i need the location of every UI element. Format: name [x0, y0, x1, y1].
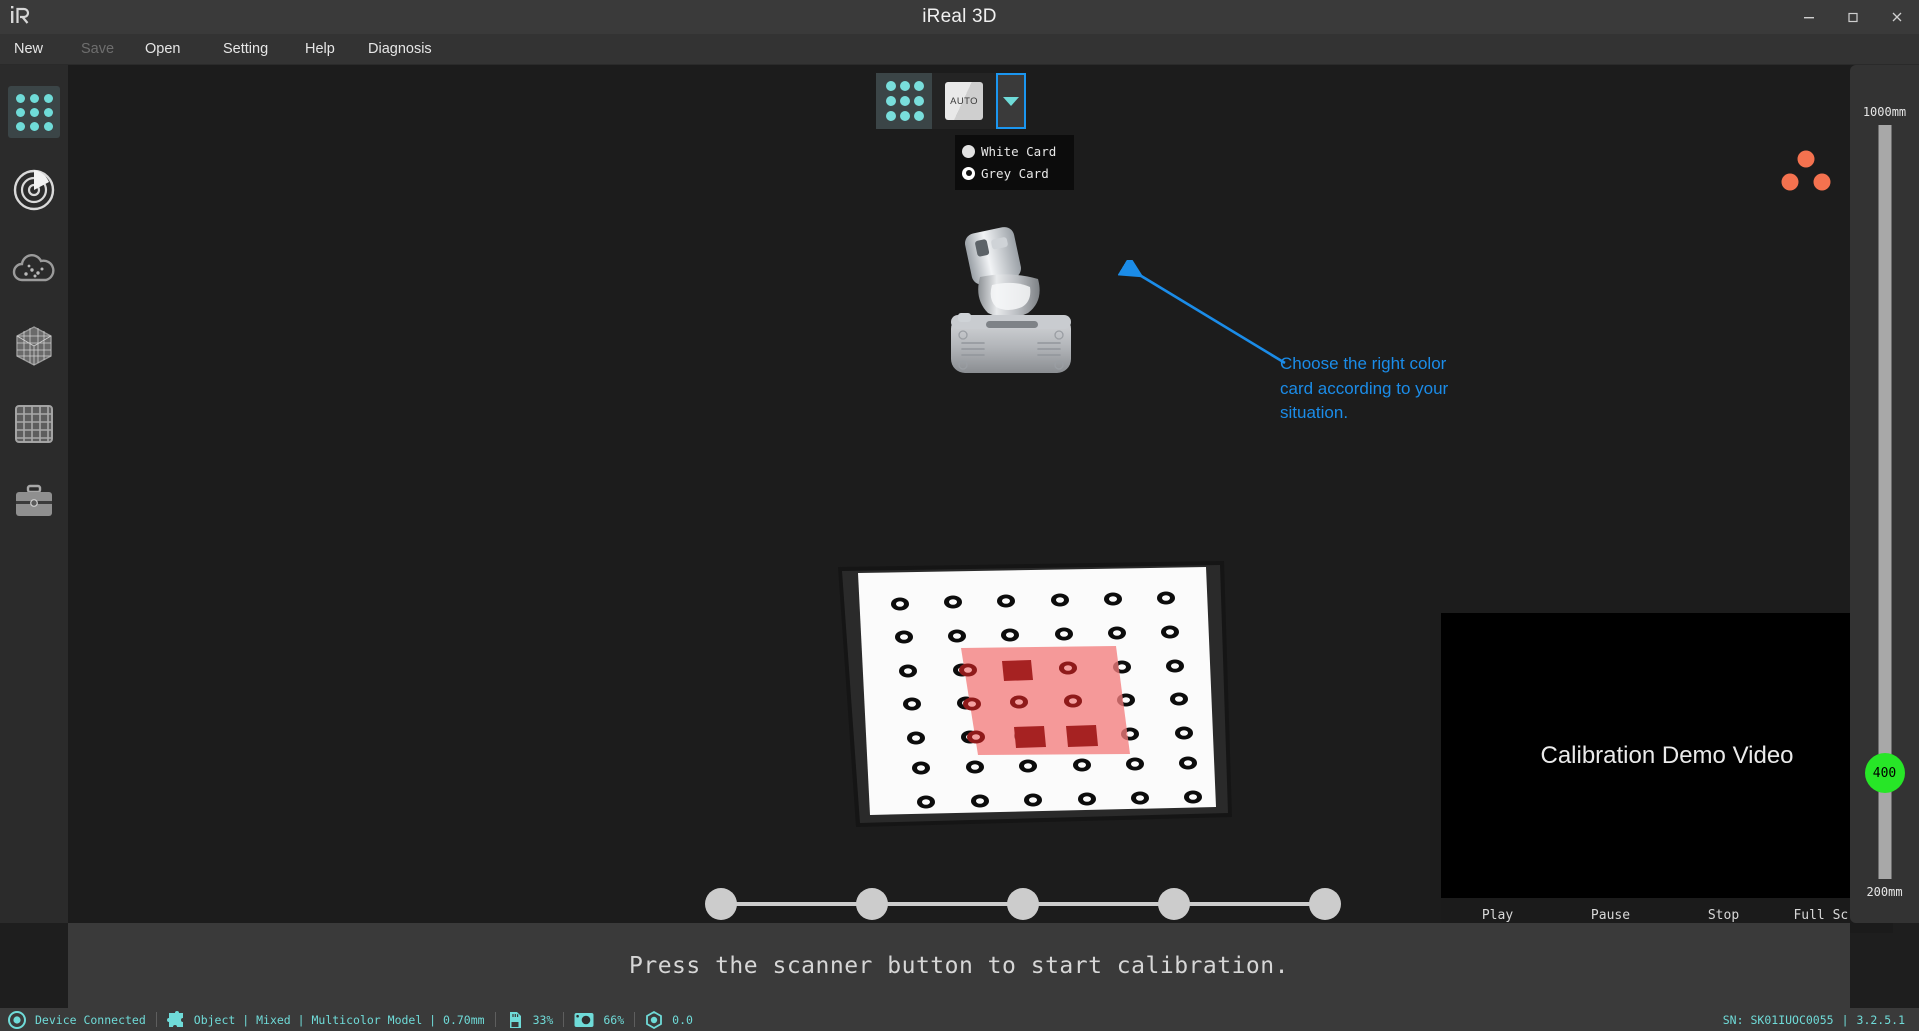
close-icon — [1892, 12, 1902, 22]
app-root: iReal 3D New Save Open Setting Help Diag… — [0, 0, 1919, 1031]
mesh-cube-icon — [16, 326, 52, 366]
step-dot[interactable] — [1309, 888, 1341, 920]
auto-card-button[interactable]: AUTO — [932, 73, 996, 129]
main-viewport: AUTO White Card Grey Card Choose the rig… — [68, 65, 1893, 933]
maximize-button[interactable] — [1831, 0, 1875, 34]
color-card-dropdown: White Card Grey Card — [955, 135, 1074, 190]
annotation-text: Choose the right color card according to… — [1280, 354, 1449, 422]
dropdown-option-label: White Card — [981, 143, 1057, 159]
calibration-video-panel: Calibration Demo Video Play Pause Stop F… — [1441, 613, 1893, 933]
step-dot[interactable] — [1158, 888, 1190, 920]
dot-grid-icon — [15, 93, 53, 131]
menu-item-save: Save — [81, 41, 115, 57]
dropdown-option-label: Grey Card — [981, 165, 1049, 181]
step-dot[interactable] — [705, 888, 737, 920]
serial-value: SK01IUOC0055 — [1750, 1012, 1834, 1027]
instruction-text: Press the scanner button to start calibr… — [629, 952, 1289, 979]
instruction-bar: Press the scanner button to start calibr… — [68, 923, 1850, 1008]
dropdown-option-grey-card[interactable]: Grey Card — [955, 162, 1074, 184]
mode-puzzle-icon — [166, 1010, 183, 1027]
close-button[interactable] — [1875, 0, 1919, 34]
sd-card-icon — [509, 1011, 521, 1028]
auto-card-label: AUTO — [945, 82, 983, 120]
window-controls — [1787, 0, 1919, 34]
serial-separator: | — [1841, 1012, 1849, 1027]
status-divider — [494, 1012, 496, 1027]
menu-item-setting[interactable]: Setting — [223, 41, 268, 57]
camera-value: 66% — [603, 1012, 625, 1027]
hex-gauge-icon — [646, 1010, 663, 1029]
toolbox-icon — [16, 484, 52, 516]
depth-slider-handle[interactable]: 400 — [1864, 753, 1905, 793]
point-cloud-icon — [12, 254, 55, 282]
device-status-text: Device Connected — [35, 1012, 146, 1027]
viewport-toolbar: AUTO — [876, 73, 1026, 129]
title-bar: iReal 3D — [0, 0, 1919, 34]
annotation-arrow — [1118, 260, 1286, 365]
menu-item-open[interactable]: Open — [145, 41, 180, 57]
menu-bar: New Save Open Setting Help Diagnosis — [0, 34, 1919, 65]
status-mode-group: Object | Mixed | Multicolor Model | 0.70… — [166, 1008, 485, 1031]
status-camera-group: 66% — [574, 1008, 624, 1031]
status-storage-group: 33% — [506, 1008, 554, 1031]
video-title: Calibration Demo Video — [1540, 741, 1794, 769]
minimize-icon — [1804, 17, 1814, 19]
menu-item-diagnosis[interactable]: Diagnosis — [368, 41, 432, 57]
color-card-dropdown-toggle[interactable] — [996, 73, 1026, 129]
sidebar-item-mesh[interactable] — [0, 315, 68, 377]
radio-selected-icon — [962, 166, 975, 180]
storage-value: 33% — [532, 1012, 554, 1027]
video-stop-button[interactable]: Stop — [1667, 908, 1780, 923]
sidebar-item-point-cloud[interactable] — [0, 237, 68, 299]
video-stage[interactable]: Calibration Demo Video — [1441, 613, 1893, 898]
grid-icon — [15, 405, 53, 443]
status-divider — [563, 1012, 565, 1027]
video-pause-button[interactable]: Pause — [1554, 908, 1667, 923]
radio-icon — [962, 144, 975, 158]
minimize-button[interactable] — [1787, 0, 1831, 34]
step-dot[interactable] — [856, 888, 888, 920]
status-serial-group: SN: SK01IUOC0055 | 3.2.5.1 — [1723, 1013, 1905, 1027]
board-highlight-region — [961, 646, 1130, 755]
tracking-markers — [1781, 150, 1831, 191]
serial-label: SN: — [1722, 1012, 1744, 1027]
gauge-value: 0.0 — [672, 1012, 693, 1027]
sidebar-item-toolbox[interactable] — [0, 471, 68, 533]
calibration-board — [838, 561, 1232, 827]
window-title: iReal 3D — [922, 6, 997, 27]
camera-icon — [574, 1012, 594, 1027]
sidebar-item-scan[interactable] — [0, 159, 68, 221]
radar-scan-icon — [13, 169, 55, 211]
depth-max-label: 1000mm — [1862, 105, 1907, 119]
device-dot-icon — [8, 1010, 26, 1029]
depth-range-slider[interactable]: 1000mm 400 200mm — [1850, 65, 1919, 923]
version-text: 3.2.5.1 — [1856, 1012, 1905, 1027]
dot-grid-icon — [885, 81, 924, 121]
menu-item-new[interactable]: New — [14, 41, 43, 57]
ireal-logo-icon — [11, 6, 30, 24]
dropdown-option-white-card[interactable]: White Card — [955, 140, 1074, 162]
mode-text: Object | Mixed | Multicolor Model | 0.70… — [193, 1012, 485, 1027]
calibration-pattern-button[interactable] — [876, 73, 932, 129]
menu-item-help[interactable]: Help — [305, 41, 335, 57]
left-sidebar — [0, 65, 68, 923]
maximize-icon — [1848, 12, 1858, 23]
status-divider — [634, 1012, 636, 1027]
scanner-device-illustration — [951, 227, 1071, 373]
status-divider — [155, 1012, 157, 1027]
sidebar-item-texture-grid[interactable] — [0, 393, 68, 455]
depth-min-label: 200mm — [1866, 885, 1903, 899]
status-device-group: Device Connected — [8, 1008, 146, 1031]
video-play-button[interactable]: Play — [1441, 908, 1554, 923]
status-bar: Device Connected Object | Mixed | Multic… — [0, 1008, 1919, 1031]
step-dot[interactable] — [1007, 888, 1039, 920]
status-gauge-group: 0.0 — [645, 1008, 693, 1031]
chevron-down-icon — [1003, 96, 1019, 106]
sidebar-item-calibration[interactable] — [0, 81, 68, 143]
